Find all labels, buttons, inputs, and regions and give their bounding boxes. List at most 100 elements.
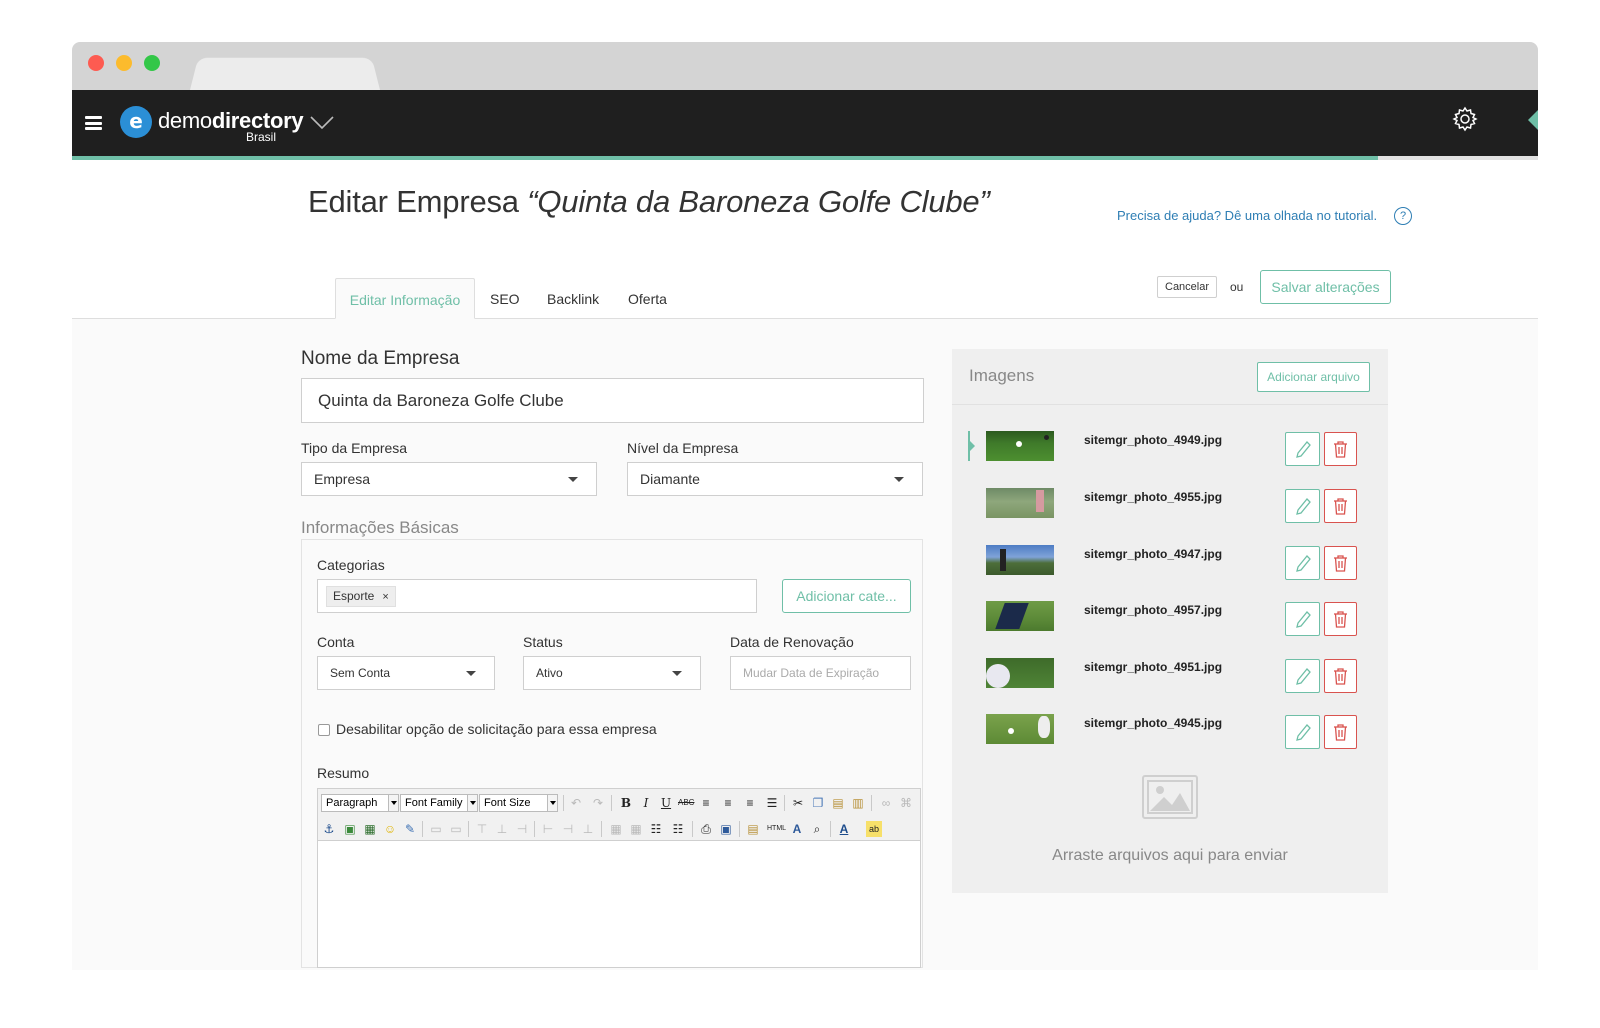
edit-image-button[interactable]	[1285, 432, 1320, 466]
tab-seo[interactable]: SEO	[490, 278, 520, 319]
merge-cells-icon[interactable]: ▦	[628, 821, 644, 837]
pencil-icon	[1296, 668, 1311, 685]
summary-editor[interactable]: Paragraph Font Family Font Size ↶ ↷ B I …	[317, 788, 921, 968]
col-before-icon[interactable]: ⊢	[540, 821, 556, 837]
col-after-icon[interactable]: ⊣	[560, 821, 576, 837]
row-after-icon[interactable]: ⊥	[494, 821, 510, 837]
html-icon[interactable]: HTML	[767, 821, 786, 837]
close-window-button[interactable]	[88, 55, 104, 71]
hamburger-icon[interactable]	[85, 116, 102, 130]
image-row[interactable]: sitemgr_photo_4945.jpg	[952, 712, 1388, 768]
format-select[interactable]: Paragraph	[321, 794, 399, 812]
image-row[interactable]: sitemgr_photo_4947.jpg	[952, 543, 1388, 599]
delete-image-button[interactable]	[1324, 602, 1357, 636]
font-size-select[interactable]: Font Size	[479, 794, 558, 812]
numbered-list-icon[interactable]: ☷	[670, 821, 686, 837]
table-cell-icon[interactable]: ▭	[448, 821, 464, 837]
chevron-down-icon[interactable]	[310, 116, 334, 130]
company-level-select[interactable]: Diamante	[627, 462, 923, 496]
table-row-icon[interactable]: ▭	[428, 821, 444, 837]
caret-down-icon	[466, 671, 476, 676]
add-category-button[interactable]: Adicionar cate...	[782, 579, 911, 613]
italic-icon[interactable]: I	[638, 795, 654, 811]
browser-tab[interactable]	[190, 57, 380, 90]
cut-icon[interactable]: ✂	[790, 795, 806, 811]
edit-image-button[interactable]	[1285, 715, 1320, 749]
emoticons-icon[interactable]: ☺	[382, 821, 398, 837]
underline-icon[interactable]: U	[658, 795, 674, 811]
cancel-button[interactable]: Cancelar	[1157, 276, 1218, 298]
renewal-date-input[interactable]: Mudar Data de Expiração	[730, 656, 911, 690]
image-filename: sitemgr_photo_4951.jpg	[1084, 660, 1223, 674]
categories-input[interactable]: Esporte ×	[317, 579, 757, 613]
add-file-button[interactable]: Adicionar arquivo	[1257, 362, 1370, 392]
image-icon[interactable]: ▣	[342, 821, 358, 837]
link-icon[interactable]: ∞	[878, 795, 894, 811]
drop-zone-text[interactable]: Arraste arquivos aqui para enviar	[952, 847, 1388, 865]
delete-image-button[interactable]	[1324, 659, 1357, 693]
tab-oferta[interactable]: Oferta	[628, 278, 667, 319]
company-type-label: Tipo da Empresa	[301, 440, 408, 456]
align-right-icon[interactable]: ≡	[742, 795, 758, 811]
bullet-list-icon[interactable]: ☷	[648, 821, 664, 837]
align-left-icon[interactable]: ≡	[698, 795, 714, 811]
strikethrough-icon[interactable]: ABC	[678, 795, 694, 811]
image-row[interactable]: sitemgr_photo_4951.jpg	[952, 656, 1388, 712]
delete-image-button[interactable]	[1324, 546, 1357, 580]
text-color-icon[interactable]: A	[836, 821, 852, 837]
highlight-icon[interactable]: ab	[866, 821, 882, 837]
preview-icon[interactable]: ▣	[718, 821, 734, 837]
font-family-select[interactable]: Font Family	[400, 794, 478, 812]
undo-icon[interactable]: ↶	[568, 795, 584, 811]
status-select[interactable]: Ativo	[523, 656, 701, 690]
logo-icon[interactable]: e	[120, 106, 152, 138]
delete-row-icon[interactable]: ⊣	[514, 821, 530, 837]
account-select[interactable]: Sem Conta	[317, 656, 495, 690]
align-center-icon[interactable]: ≡	[720, 795, 736, 811]
edit-image-button[interactable]	[1285, 659, 1320, 693]
edit-image-button[interactable]	[1285, 489, 1320, 523]
find-icon[interactable]: ⌕	[809, 821, 825, 837]
paste-icon[interactable]: ▤	[830, 795, 846, 811]
image-filename: sitemgr_photo_4945.jpg	[1084, 716, 1223, 730]
logo-subtitle: Brasil	[246, 130, 277, 144]
delete-image-button[interactable]	[1324, 432, 1357, 466]
media-icon[interactable]: ▦	[362, 821, 378, 837]
pencil-icon	[1296, 724, 1311, 741]
minimize-window-button[interactable]	[116, 55, 132, 71]
anchor-icon[interactable]: ⚓	[321, 821, 337, 837]
edit-image-button[interactable]	[1285, 602, 1320, 636]
maximize-window-button[interactable]	[144, 55, 160, 71]
gear-icon[interactable]	[1452, 106, 1478, 132]
row-before-icon[interactable]: ⊤	[474, 821, 490, 837]
save-button[interactable]: Salvar alterações	[1260, 270, 1391, 304]
font-a-icon[interactable]: A	[789, 821, 805, 837]
help-icon[interactable]: ?	[1394, 207, 1412, 225]
bold-icon[interactable]: B	[618, 795, 634, 811]
disable-claim-checkbox[interactable]	[318, 724, 330, 736]
split-cells-icon[interactable]: ▦	[608, 821, 624, 837]
tab-backlink[interactable]: Backlink	[547, 278, 599, 319]
delete-image-button[interactable]	[1324, 715, 1357, 749]
company-name-input[interactable]: Quinta da Baroneza Golfe Clube	[301, 378, 924, 423]
paste-text-icon[interactable]: ▥	[850, 795, 866, 811]
edit-image-button[interactable]	[1285, 546, 1320, 580]
help-link[interactable]: Precisa de ajuda? Dê uma olhada no tutor…	[1117, 208, 1377, 223]
copy-icon[interactable]: ❐	[810, 795, 826, 811]
delete-col-icon[interactable]: ⊥	[580, 821, 596, 837]
image-row[interactable]: sitemgr_photo_4949.jpg	[952, 429, 1388, 485]
company-type-select[interactable]: Empresa	[301, 462, 597, 496]
align-justify-icon[interactable]: ☰	[764, 795, 780, 811]
template-icon[interactable]: ▤	[745, 821, 761, 837]
renewal-date-label: Data de Renovação	[730, 634, 854, 650]
image-row[interactable]: sitemgr_photo_4957.jpg	[952, 599, 1388, 655]
edit-icon[interactable]: ✎	[402, 821, 418, 837]
tab-editar-informacao[interactable]: Editar Informação	[335, 278, 475, 319]
image-row[interactable]: sitemgr_photo_4955.jpg	[952, 486, 1388, 542]
remove-tag-icon[interactable]: ×	[382, 591, 388, 603]
delete-image-button[interactable]	[1324, 489, 1357, 523]
redo-icon[interactable]: ↷	[590, 795, 606, 811]
print-icon[interactable]: ⎙	[698, 821, 714, 837]
unlink-icon[interactable]: ⌘	[898, 795, 914, 811]
logo-text[interactable]: demodirectory	[158, 108, 304, 134]
